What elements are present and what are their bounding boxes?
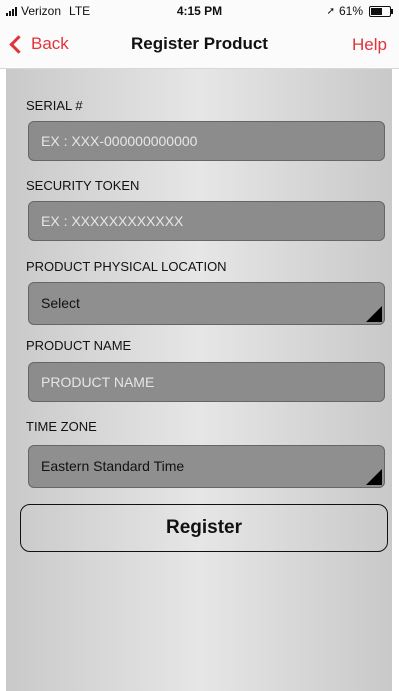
serial-field[interactable] <box>28 121 385 161</box>
help-button[interactable]: Help <box>352 35 387 55</box>
serial-input[interactable] <box>29 122 384 160</box>
dropdown-corner-icon <box>366 469 382 485</box>
security-token-field[interactable] <box>28 201 385 241</box>
battery-percent: 61% <box>338 4 363 18</box>
time-zone-select[interactable]: Eastern Standard Time <box>28 445 385 488</box>
status-bar: Verizon LTE 4:15 PM ➚ 61% <box>0 0 399 22</box>
page-title: Register Product <box>131 34 268 53</box>
location-arrow-icon: ➚ <box>326 5 335 17</box>
time-zone-label: TIME ZONE <box>26 419 97 434</box>
location-label: PRODUCT PHYSICAL LOCATION <box>26 259 227 274</box>
navigation-bar: Back Register Product Help <box>0 22 399 69</box>
status-right: ➚ 61% <box>326 4 393 18</box>
security-token-label: SECURITY TOKEN <box>26 178 140 193</box>
form-panel: SERIAL # SECURITY TOKEN PRODUCT PHYSICAL… <box>6 69 392 691</box>
time-zone-selected-value: Eastern Standard Time <box>41 458 185 474</box>
product-name-field[interactable] <box>28 362 385 402</box>
battery-icon <box>369 5 393 17</box>
location-select[interactable]: Select <box>28 282 385 325</box>
dropdown-corner-icon <box>366 306 382 322</box>
location-selected-value: Select <box>41 295 80 311</box>
product-name-input[interactable] <box>29 363 384 401</box>
security-token-input[interactable] <box>29 202 384 240</box>
product-name-label: PRODUCT NAME <box>26 338 132 353</box>
serial-label: SERIAL # <box>26 98 83 113</box>
battery-fill <box>371 7 382 15</box>
register-button[interactable]: Register <box>20 504 388 552</box>
